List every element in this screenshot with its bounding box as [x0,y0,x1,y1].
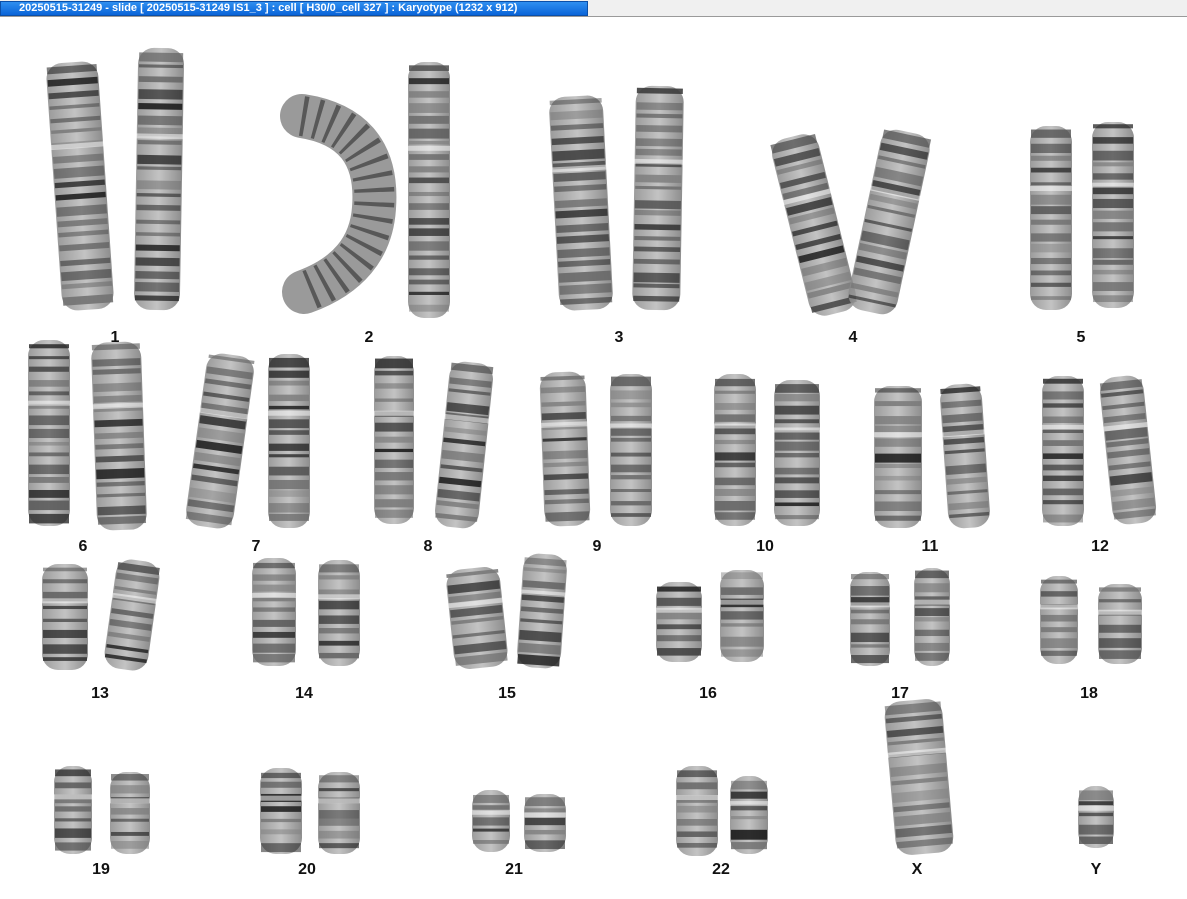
chromosome-label-y: Y [1090,861,1102,878]
chromosome-label-21: 21 [505,861,523,878]
chromosome-6a[interactable] [26,338,72,528]
chromosome-10a[interactable] [712,372,758,528]
chromosome-15b[interactable] [514,550,570,671]
chromosome-label-11: 11 [921,538,939,555]
chromosome-5a[interactable] [1028,124,1074,312]
chromosome-19b[interactable] [108,770,152,856]
chromosome-9b[interactable] [608,372,654,528]
chromosome-label-15: 15 [498,685,516,702]
chromosome-15a[interactable] [443,563,512,672]
chromosome-12b[interactable] [1096,372,1160,528]
window-title[interactable]: 20250515-31249 - slide [ 20250515-31249 … [0,1,588,16]
chromosome-18a[interactable] [1038,574,1080,666]
chromosome-label-13: 13 [91,685,109,702]
chromosome-x[interactable] [881,696,957,859]
chromosome-label-20: 20 [298,861,316,878]
chromosome-12a[interactable] [1040,374,1086,528]
chromosome-20a[interactable] [258,766,304,856]
chromosome-17a[interactable] [848,570,892,668]
chromosome-21b[interactable] [522,792,568,854]
chromosome-6b[interactable] [89,339,150,533]
chromosome-label-14: 14 [295,685,313,702]
chromosome-label-12: 12 [1091,538,1109,555]
chromosome-label-18: 18 [1080,685,1098,702]
karyotype-canvas: 1 2 3 4 5 6 7 8 9 10 11 12 13 14 15 16 1… [0,18,1187,899]
chromosome-7a[interactable] [182,349,258,533]
chromosome-label-22: 22 [712,861,730,878]
chromosome-7b[interactable] [266,352,312,530]
chromosome-label-6: 6 [78,538,88,555]
chromosome-label-8: 8 [423,538,433,555]
chromosome-16b[interactable] [718,568,766,664]
chromosome-14b[interactable] [316,558,362,668]
chromosome-label-10: 10 [756,538,774,555]
chromosome-10b[interactable] [772,378,822,528]
chromosome-y[interactable] [1076,784,1116,850]
chromosome-16a[interactable] [654,580,704,664]
window-title-bar: 20250515-31249 - slide [ 20250515-31249 … [0,0,1187,17]
chromosome-22b[interactable] [728,774,770,856]
chromosome-21a[interactable] [470,788,512,854]
chromosome-label-3: 3 [614,329,624,346]
chromosome-13a[interactable] [40,562,90,672]
chromosome-1a[interactable] [43,58,116,313]
chromosome-11b[interactable] [937,381,993,532]
chromosome-2a[interactable] [280,94,400,314]
chromosome-label-16: 16 [699,685,717,702]
chromosome-label-19: 19 [92,861,110,878]
chromosome-3b[interactable] [630,84,686,313]
chromosome-17b[interactable] [912,566,952,668]
chromosome-label-5: 5 [1076,329,1086,346]
chromosome-5b[interactable] [1090,120,1136,310]
chromosome-22a[interactable] [674,764,720,858]
chromosome-label-x: X [911,861,923,878]
chromosome-4b[interactable] [843,124,935,319]
chromosome-label-9: 9 [592,538,602,555]
chromosome-18b[interactable] [1096,582,1144,666]
chromosome-20b[interactable] [316,770,362,856]
chromosome-14a[interactable] [250,556,298,668]
chromosome-3a[interactable] [546,93,615,314]
chromosome-8a[interactable] [372,354,416,526]
chromosome-1b[interactable] [132,46,187,313]
chromosome-label-4: 4 [848,329,858,346]
chromosome-8b[interactable] [431,358,497,532]
chromosome-label-2: 2 [364,329,374,346]
chromosome-2b[interactable] [406,60,452,320]
chromosome-13b[interactable] [100,555,163,675]
chromosome-label-7: 7 [251,538,261,555]
chromosome-11a[interactable] [872,384,924,530]
chromosome-9a[interactable] [537,369,592,529]
chromosome-19a[interactable] [52,764,94,856]
